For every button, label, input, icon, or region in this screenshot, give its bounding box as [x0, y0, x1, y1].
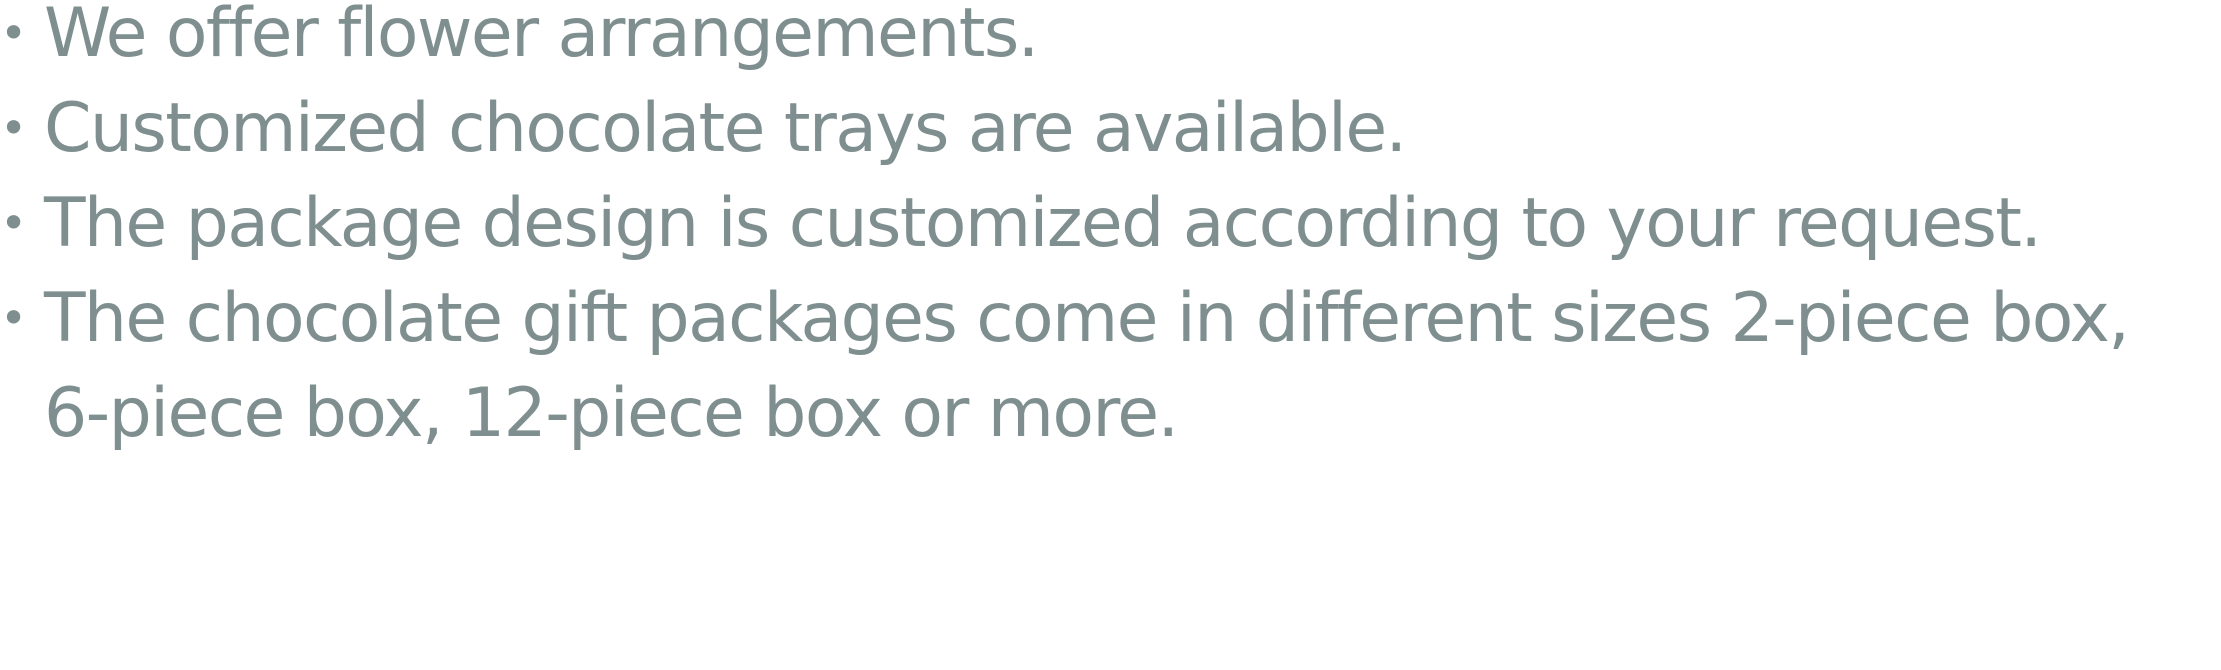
list-item-text: The package design is customized accordi…: [44, 184, 2042, 263]
list-item-text-continued: 6-piece box, 12-piece box or more.: [44, 374, 1179, 453]
bullet-icon: •: [0, 6, 28, 60]
list-item: • The chocolate gift packages come in di…: [0, 271, 2221, 461]
features-list: • We offer flower arrangements. • Custom…: [0, 0, 2221, 461]
list-item: • We offer flower arrangements.: [0, 0, 2221, 81]
bullet-icon: •: [0, 291, 28, 345]
list-item: • Customized chocolate trays are availab…: [0, 81, 2221, 176]
list-item-text: We offer flower arrangements.: [44, 0, 1039, 73]
list-item-text: The chocolate gift packages come in diff…: [44, 279, 2130, 358]
list-item: • The package design is customized accor…: [0, 176, 2221, 271]
list-item-text: Customized chocolate trays are available…: [44, 89, 1407, 168]
bullet-icon: •: [0, 101, 28, 155]
bullet-icon: •: [0, 196, 28, 250]
